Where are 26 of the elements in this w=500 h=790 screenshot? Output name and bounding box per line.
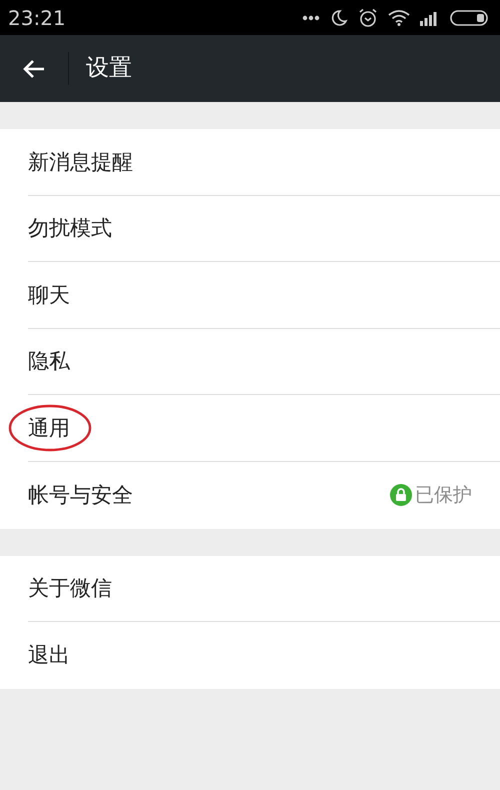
status-time: 23:21 [8,4,66,32]
more-icon [302,14,320,20]
item-label: 帐号与安全 [28,482,133,509]
item-label: 新消息提醒 [28,148,133,176]
item-label: 关于微信 [28,575,112,602]
item-label: 通用 [28,414,70,442]
item-label: 勿扰模式 [28,215,112,242]
settings-item[interactable]: 帐号与安全 已保护 [0,462,500,529]
item-label: 聊天 [28,282,70,309]
moon-icon [330,8,348,26]
battery-icon [450,10,488,26]
alarm-icon [358,8,378,28]
item-label: 退出 [28,642,70,669]
page-title: 设置 [86,54,132,84]
lock-icon [390,484,412,506]
settings-item[interactable]: 新消息提醒 [0,129,500,196]
settings-item[interactable]: 隐私 [0,328,500,396]
back-arrow-icon [22,58,46,78]
item-label: 隐私 [28,348,70,376]
settings-item[interactable]: 退出 [0,622,500,689]
settings-item[interactable]: 通用 [0,395,500,462]
wifi-icon [388,10,410,26]
settings-item[interactable]: 勿扰模式 [0,196,500,262]
settings-item[interactable]: 关于微信 [0,556,500,622]
protection-status: 已保护 [415,483,472,508]
settings-item[interactable]: 聊天 [0,262,500,329]
